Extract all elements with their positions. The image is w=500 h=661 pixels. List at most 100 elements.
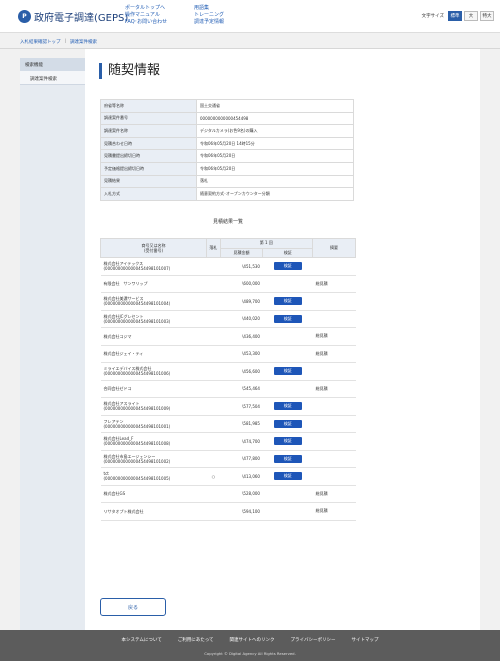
result-check-cell: 検証: [262, 310, 313, 328]
result-award-mark: [206, 257, 221, 276]
breadcrumb-item-top[interactable]: 入札結果確認トップ: [20, 39, 61, 45]
font-size-standard-button[interactable]: 標準: [448, 11, 462, 21]
nav-link-procurement-plan[interactable]: 調達予定情報: [194, 19, 224, 26]
verify-button[interactable]: 検証: [273, 437, 302, 446]
result-award-mark: [206, 380, 221, 398]
result-row: 株式会社GS \528,000 総見積: [100, 485, 356, 503]
nav-link-portal-top[interactable]: ポータルトップへ: [125, 5, 167, 12]
verify-button[interactable]: 検証: [273, 314, 302, 323]
result-check-cell: [262, 502, 313, 521]
result-bidder-cell: 株式会社美濃サービス (0000000000000454498101004): [100, 292, 207, 311]
result-note: 総見積: [312, 275, 356, 293]
result-note: 総見積: [312, 345, 356, 363]
verify-button[interactable]: 検証: [273, 402, 302, 411]
font-size-large-button[interactable]: 大: [464, 11, 478, 21]
site-logo[interactable]: P 政府電子調達(GEPS): [18, 9, 128, 24]
result-check-cell: [262, 327, 313, 346]
result-bidder-cell: tct (0000000000000454498101005): [100, 467, 207, 486]
result-bidder-cell: 株式会社市島エージェンシー (0000000000000454498101002): [100, 450, 207, 468]
result-amount: \577,504: [220, 397, 263, 416]
result-bidder-cell: 株式会社GS: [100, 485, 207, 503]
result-note: [312, 292, 356, 311]
col-header-check: 検証: [262, 247, 314, 258]
nav-link-glossary[interactable]: 用語集: [194, 5, 224, 12]
verify-button[interactable]: 検証: [273, 472, 302, 481]
copyright: Copyright © Digital Agency All Rights Re…: [204, 651, 296, 656]
info-value: 落札: [196, 174, 354, 189]
results-table: 商号又は名称 (受付番号) 落札 第 1 回 摘要 見積金額 検証 株式会社アイ…: [99, 238, 356, 521]
font-size-switcher: 文字サイズ 標準 大 特大: [422, 11, 494, 21]
result-award-mark: [206, 310, 221, 328]
result-check-cell: 検証: [262, 415, 313, 433]
result-check-cell: 検証: [262, 432, 313, 451]
result-note: [312, 432, 356, 451]
result-bidder-cell: ミライエデバイス株式会社 (0000000000000454498101006): [100, 362, 207, 381]
verify-button[interactable]: 検証: [273, 297, 302, 306]
info-value: 令和06年05月20日 14時15分: [196, 136, 354, 151]
result-receipt-number: (0000000000000454498101002): [103, 458, 171, 464]
info-value: デジタルカメラ(お色9名)の購入: [196, 124, 354, 138]
result-row: 株式会社市島エージェンシー (0000000000000454498101002)…: [100, 450, 356, 468]
sidebar-item-procurement-search[interactable]: 調達案件検索: [20, 71, 85, 85]
result-check-cell: 検証: [262, 257, 313, 276]
verify-button[interactable]: 検証: [273, 454, 302, 463]
result-row: 株式会社アスライト (0000000000000454498101009) \577…: [100, 397, 356, 416]
result-bidder-cell: 株式会社JCグレセント (0000000000000454498101003): [100, 310, 207, 328]
info-label: 府省等名称: [100, 99, 197, 113]
result-check-cell: 検証: [262, 292, 313, 311]
breadcrumb-item-search[interactable]: 調達案件検索: [70, 39, 97, 45]
footer-link[interactable]: ご利用にあたって: [178, 637, 214, 643]
col-header-name: 商号又は名称 (受付番号): [99, 238, 208, 258]
info-row: 見積書提出締切日時 令和06年05月20日: [100, 149, 354, 163]
results-title: 見積結果一覧: [212, 219, 243, 225]
result-bidder-name: 株式会社GS: [103, 491, 126, 497]
result-check-cell: 検証: [262, 450, 313, 468]
result-amount: \456,600: [220, 362, 263, 381]
result-note: 総見積: [312, 485, 356, 503]
font-size-xlarge-button[interactable]: 特大: [480, 11, 494, 21]
info-row: 調達案件名称 デジタルカメラ(お色9名)の購入: [100, 124, 354, 138]
verify-button[interactable]: 検証: [273, 367, 302, 376]
result-bidder-cell: リサタオプト株式会社: [100, 502, 207, 521]
verify-button[interactable]: 検証: [273, 419, 302, 428]
result-check-cell: [262, 275, 313, 293]
site-title: 政府電子調達(GEPS): [34, 13, 129, 24]
result-note: [312, 415, 356, 433]
info-value: 令和06年05月20日: [196, 161, 354, 176]
nav-link-training[interactable]: トレーニング: [194, 12, 224, 19]
nav-link-manual[interactable]: 操作マニュアル: [125, 12, 167, 19]
result-receipt-number: (0000000000000454498101001): [103, 423, 171, 429]
info-row: 見積結果 落札: [100, 174, 354, 189]
col-header-round: 第 1 回: [219, 238, 314, 249]
col-header-note: 摘要: [312, 238, 356, 258]
footer-link[interactable]: プライバシーポリシー: [291, 637, 336, 643]
footer-link[interactable]: サイトマップ: [351, 637, 378, 643]
footer-link[interactable]: 本システムについて: [122, 637, 162, 643]
info-value: 令和06年05月20日: [196, 149, 354, 163]
footer-links: 本システムについて ご利用にあたって 関連サイトへのリンク プライバシーポリシー サイト…: [0, 637, 500, 643]
result-amount: \477,800: [220, 450, 263, 468]
back-button[interactable]: 戻る: [100, 598, 166, 616]
result-amount: \440,020: [220, 310, 263, 328]
result-receipt-number: (0000000000000454498101006): [103, 371, 171, 377]
result-row: 株式会社ジェイ・ティ \453,300 総見積: [100, 345, 356, 363]
info-row: 見積合わせ日時 令和06年05月20日 14時15分: [100, 136, 354, 151]
info-row: 府省等名称 国土交通省: [100, 99, 354, 113]
nav-link-faq[interactable]: FAQ･お問い合わせ: [125, 19, 167, 26]
verify-button[interactable]: 検証: [273, 262, 302, 271]
col-header-award: 落札: [206, 238, 221, 258]
info-label: 調達案件番号: [100, 111, 197, 126]
result-row: 株式会社美濃サービス (0000000000000454498101004) \48…: [100, 292, 356, 311]
footer-link[interactable]: 関連サイトへのリンク: [230, 637, 275, 643]
result-amount: \528,000: [220, 485, 263, 503]
result-check-cell: 検証: [262, 362, 313, 381]
info-label: 見積合わせ日時: [100, 136, 197, 151]
result-receipt-number: (0000000000000454498101004): [103, 301, 171, 307]
result-bidder-name: 合同会社ゼドコ: [103, 386, 132, 392]
result-note: [312, 467, 356, 486]
result-bidder-cell: 株式会社アスライト (0000000000000454498101009): [100, 397, 207, 416]
result-award-mark: [206, 362, 221, 381]
header-nav-secondary: 用語集 トレーニング 調達予定情報: [194, 5, 224, 26]
result-bidder-cell: 株式会社ジェイ・ティ: [100, 345, 207, 363]
info-label: 調達案件名称: [100, 124, 197, 138]
